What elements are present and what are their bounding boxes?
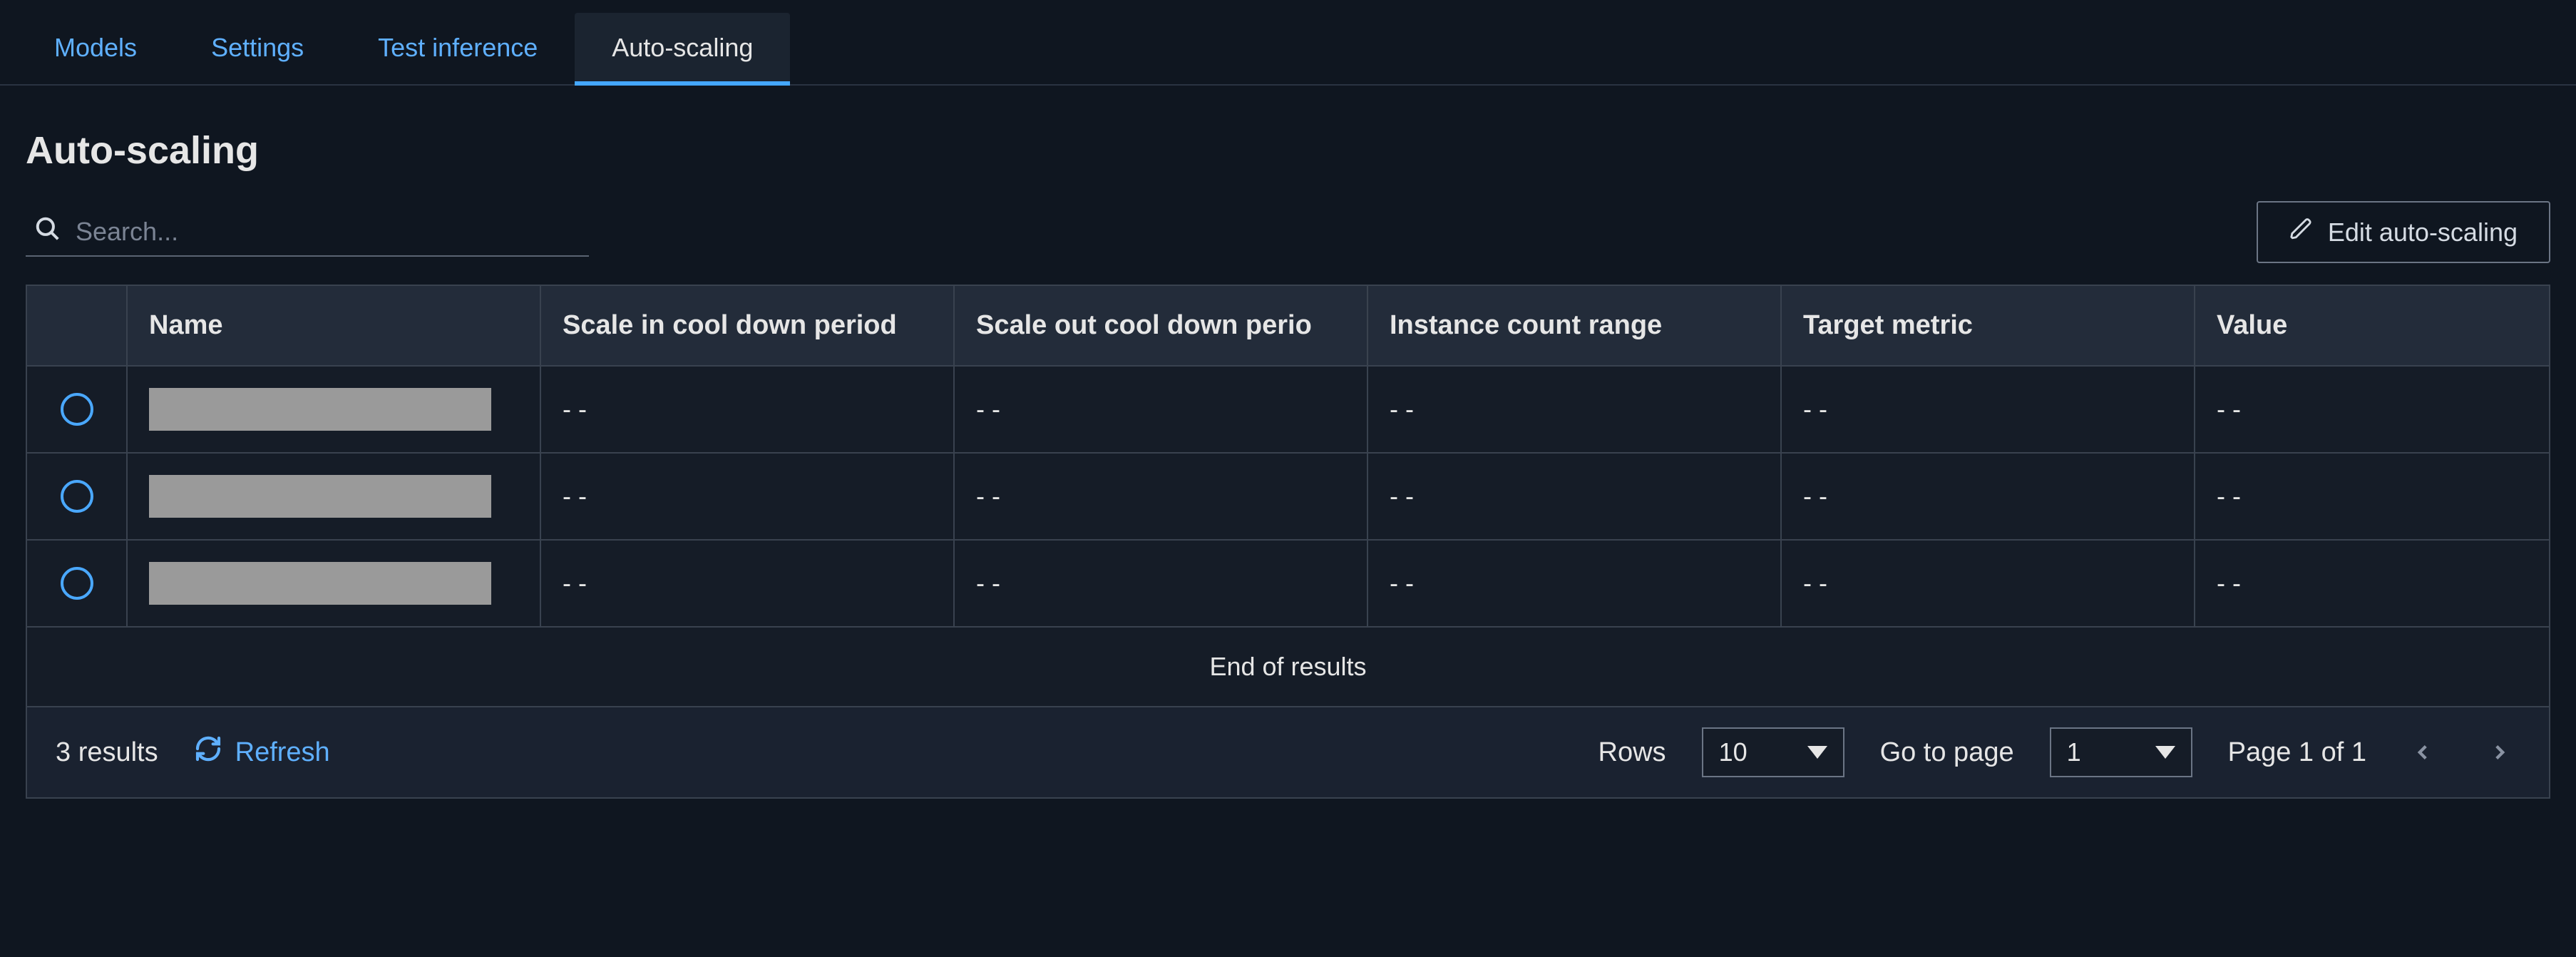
col-select — [27, 286, 127, 366]
table-row: - - - - - - - - - - — [27, 540, 2549, 627]
cell-metric: - - — [1781, 366, 2195, 453]
chevron-down-icon — [1807, 746, 1827, 759]
results-count: 3 results — [56, 737, 158, 768]
search-icon — [34, 215, 61, 248]
tab-auto-scaling[interactable]: Auto-scaling — [575, 13, 790, 84]
cell-scale-in: - - — [540, 453, 954, 540]
col-scale-in[interactable]: Scale in cool down period — [540, 286, 954, 366]
cell-scale-out: - - — [954, 366, 1367, 453]
cell-metric: - - — [1781, 540, 2195, 627]
refresh-button[interactable]: Refresh — [194, 735, 330, 770]
edit-button-label: Edit auto-scaling — [2328, 218, 2518, 247]
goto-page-select[interactable]: 1 — [2050, 727, 2192, 777]
col-target-metric[interactable]: Target metric — [1781, 286, 2195, 366]
row-select-radio[interactable] — [61, 393, 93, 426]
cell-scale-in: - - — [540, 366, 954, 453]
goto-page-label: Go to page — [1880, 737, 2014, 768]
tab-test-inference[interactable]: Test inference — [341, 13, 575, 84]
cell-value: - - — [2195, 540, 2549, 627]
cell-range: - - — [1367, 366, 1781, 453]
chevron-left-icon — [2411, 740, 2435, 764]
goto-value: 1 — [2067, 737, 2081, 767]
table-header-row: Name Scale in cool down period Scale out… — [27, 286, 2549, 366]
edit-auto-scaling-button[interactable]: Edit auto-scaling — [2257, 201, 2550, 263]
tab-settings[interactable]: Settings — [174, 13, 341, 84]
prev-page-button[interactable] — [2402, 733, 2443, 772]
cell-value: - - — [2195, 366, 2549, 453]
tab-models[interactable]: Models — [17, 13, 174, 84]
col-name[interactable]: Name — [127, 286, 540, 366]
refresh-label: Refresh — [235, 737, 330, 768]
cell-scale-out: - - — [954, 453, 1367, 540]
col-instance-range[interactable]: Instance count range — [1367, 286, 1781, 366]
page-title: Auto-scaling — [0, 86, 2576, 201]
rows-label: Rows — [1599, 737, 1666, 768]
row-name-redacted — [149, 475, 491, 518]
pencil-icon — [2289, 217, 2314, 247]
end-of-results-text: End of results — [27, 627, 2549, 706]
refresh-icon — [194, 735, 222, 770]
search-input[interactable] — [76, 217, 580, 247]
table-footer: 3 results Refresh Rows 10 Go to p — [27, 706, 2549, 797]
auto-scaling-table: Name Scale in cool down period Scale out… — [26, 285, 2550, 799]
row-name-redacted — [149, 562, 491, 605]
rows-per-page-select[interactable]: 10 — [1702, 727, 1844, 777]
cell-value: - - — [2195, 453, 2549, 540]
cell-metric: - - — [1781, 453, 2195, 540]
chevron-right-icon — [2488, 740, 2512, 764]
next-page-button[interactable] — [2479, 733, 2520, 772]
toolbar: Edit auto-scaling — [0, 201, 2576, 285]
col-value[interactable]: Value — [2195, 286, 2549, 366]
cell-scale-out: - - — [954, 540, 1367, 627]
row-name-redacted — [149, 388, 491, 431]
tabs-bar: Models Settings Test inference Auto-scal… — [0, 0, 2576, 86]
chevron-down-icon — [2155, 746, 2175, 759]
table-row: - - - - - - - - - - — [27, 366, 2549, 453]
cell-range: - - — [1367, 453, 1781, 540]
cell-range: - - — [1367, 540, 1781, 627]
end-of-results-row: End of results — [27, 627, 2549, 706]
page-status: Page 1 of 1 — [2228, 737, 2366, 768]
rows-value: 10 — [1719, 737, 1748, 767]
table-row: - - - - - - - - - - — [27, 453, 2549, 540]
search-box[interactable] — [26, 208, 589, 257]
row-select-radio[interactable] — [61, 567, 93, 600]
col-scale-out[interactable]: Scale out cool down perio — [954, 286, 1367, 366]
cell-scale-in: - - — [540, 540, 954, 627]
row-select-radio[interactable] — [61, 480, 93, 513]
